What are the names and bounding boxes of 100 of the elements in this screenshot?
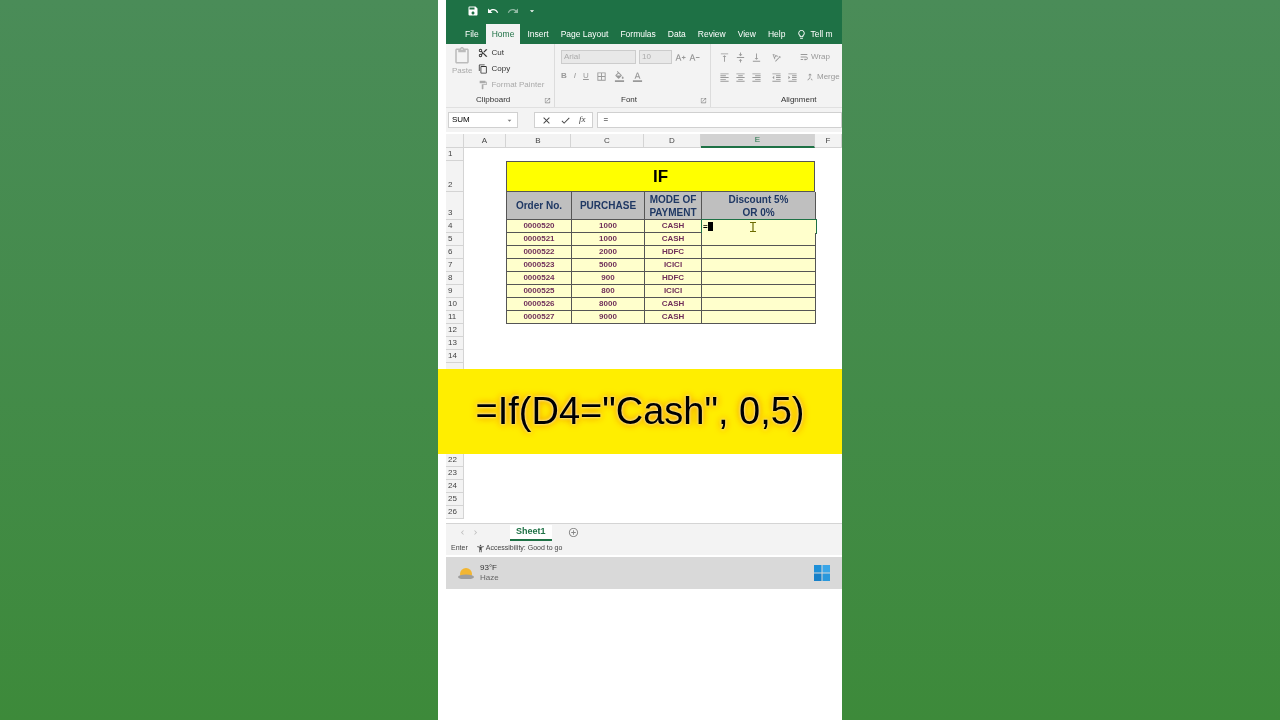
launcher-icon[interactable] [700,96,707,104]
ribbon-tab[interactable]: File [460,24,484,44]
decrease-indent-icon[interactable] [771,71,782,83]
table-cell: 800 [572,285,645,298]
row-header: 25 [446,493,464,506]
clipboard-item-label: Cut [491,47,504,59]
align-bottom-icon[interactable] [751,51,762,63]
text-cursor-icon [750,221,756,232]
ribbon-tab[interactable]: Help [762,24,791,44]
row-header: 4 [446,220,464,233]
paste-label: Paste [452,65,473,77]
clipboard-item[interactable]: Cut [478,47,545,59]
table-cell: 0000520 [507,220,572,233]
increase-indent-icon[interactable] [787,71,798,83]
temperature: 93°F [480,563,498,573]
group-label: Alignment [781,94,817,106]
lightbulb-icon[interactable] [796,28,808,40]
ribbon-tab[interactable]: Home [485,24,521,44]
decrease-font-icon[interactable] [689,51,700,63]
row-header: 3 [446,192,464,220]
table-cell: CASH [645,220,702,233]
row-header: 12 [446,324,464,337]
borders-icon[interactable] [595,70,607,82]
align-top-icon[interactable] [719,51,730,63]
sheet-tab[interactable]: Sheet1 [510,524,552,541]
row-header: 22 [446,454,464,467]
header-cell: Discount 5% OR 0% [702,192,816,220]
font-color-icon[interactable] [631,70,643,82]
title-cell: IF [506,161,815,192]
ribbon-tab[interactable]: Page Layout [555,24,614,44]
paste-icon [453,47,472,65]
row-header: 10 [446,298,464,311]
scroll-left-icon[interactable] [458,528,467,537]
ribbon-tab[interactable]: Review [692,24,731,44]
header-cell: PURCHASE [572,192,645,220]
column-header[interactable]: A [464,134,506,148]
name-box[interactable]: SUM [448,112,518,128]
group-label: Clipboard [476,94,511,106]
row-header: 11 [446,311,464,324]
table-cell: 0000525 [507,285,572,298]
column-header[interactable]: C [571,134,644,148]
column-header[interactable]: B [506,134,571,148]
align-middle-icon[interactable] [735,51,746,63]
formula-field[interactable]: = [596,112,842,128]
wrap-text-label: Wrap [811,51,830,63]
row-header: 2 [446,161,464,192]
ribbon-tab[interactable]: Formulas [615,24,661,44]
launcher-icon[interactable] [544,96,551,104]
add-sheet-icon[interactable] [567,527,579,538]
align-left-icon[interactable] [719,71,730,83]
column-header[interactable]: E [701,134,815,148]
formula-caption: =If(D4="Cash", 0,5) [438,369,842,454]
tell-me-link[interactable]: Tell m [810,27,833,41]
table-cell: 0000524 [507,272,572,285]
row-header: 5 [446,233,464,246]
header-cell: Order No. [507,192,572,220]
merge-icon [805,72,815,82]
table-cell: ICICI [645,285,702,298]
copy-icon [478,64,489,74]
table-cell: 2000 [572,246,645,259]
insert-function-button[interactable]: fx [579,113,586,127]
table-cell: 0000527 [507,311,572,324]
orientation-icon[interactable] [771,51,782,63]
column-header[interactable]: D [644,134,701,148]
row-header: 6 [446,246,464,259]
wrap-text-icon [799,52,809,62]
accessibility-icon [475,543,485,553]
scissors-icon [478,48,489,58]
select-all-corner[interactable] [446,134,464,148]
table-cell: 5000 [572,259,645,272]
table-cell: 0000522 [507,246,572,259]
row-header: 14 [446,350,464,363]
windows-logo-icon[interactable] [814,565,830,581]
row-header: 24 [446,480,464,493]
save-icon[interactable] [467,5,479,17]
row-header: 26 [446,506,464,519]
row-header: 7 [446,259,464,272]
scroll-right-icon[interactable] [471,528,480,537]
table-cell: 1000 [572,233,645,246]
row-header: 23 [446,467,464,480]
table-cell: 1000 [572,220,645,233]
ribbon-tab[interactable]: Data [662,24,691,44]
merge-label: Merge [817,71,840,83]
column-header[interactable]: F [815,134,842,148]
align-right-icon[interactable] [751,71,762,83]
clipboard-item[interactable]: Copy [478,63,545,75]
align-center-icon[interactable] [735,71,746,83]
row-header [446,363,464,369]
ribbon-tab[interactable]: View [732,24,761,44]
weather-icon[interactable] [458,567,474,579]
table-cell: 0000521 [507,233,572,246]
fill-icon[interactable] [613,70,625,82]
increase-font-icon[interactable] [675,51,686,63]
table-cell: CASH [645,311,702,324]
ribbon-tab[interactable]: Insert [522,24,554,44]
active-cell[interactable]: = [702,220,816,233]
row-header: 1 [446,148,464,161]
clipboard-item-label: Copy [491,63,511,75]
table-cell: 9000 [572,311,645,324]
cell-entry: = [703,220,713,233]
